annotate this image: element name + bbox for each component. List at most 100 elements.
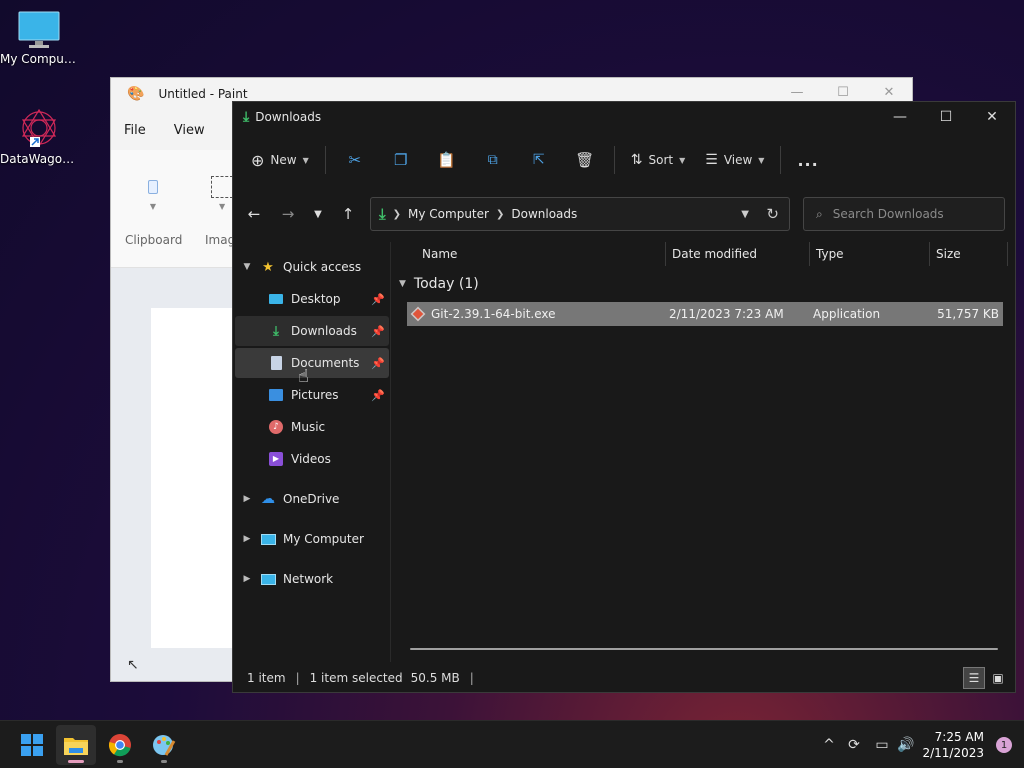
document-icon (267, 355, 285, 371)
network-status-icon[interactable]: ▭ (870, 721, 894, 768)
status-bar: 1 item | 1 item selected 50.5 MB | ☰ ▣ (233, 664, 1015, 692)
notification-badge[interactable]: 1 (996, 737, 1012, 753)
taskbar-paint[interactable] (144, 725, 184, 765)
hand-cursor-icon: ☝ (298, 366, 309, 387)
menu-file[interactable]: File (124, 123, 146, 138)
group-header-today[interactable]: ▼ Today (1) (399, 276, 479, 292)
show-hidden-icons-button[interactable]: ^ (818, 721, 840, 768)
share-button[interactable]: ⇱ (516, 144, 562, 176)
refresh-button[interactable]: ↻ (766, 198, 779, 230)
horizontal-scrollbar[interactable] (410, 648, 998, 650)
music-icon: ♪ (267, 419, 285, 435)
chevron-down-icon: ▼ (243, 262, 251, 272)
volume-icon[interactable]: 🔊 (894, 721, 918, 768)
nav-network[interactable]: ▶ Network (235, 564, 389, 594)
sync-icon[interactable]: ⟳ (842, 721, 866, 768)
nav-label: My Computer (283, 532, 364, 546)
system-clock[interactable]: 7:25 AM 2/11/2023 (922, 729, 984, 761)
clipboard-group[interactable]: ▼ Clipboard (125, 180, 183, 247)
selection-size: 50.5 MB (410, 671, 460, 685)
pin-icon[interactable]: 📌 (371, 325, 385, 338)
new-label: New (270, 153, 297, 167)
rename-button[interactable]: ⧉ (470, 144, 516, 176)
select-icon (211, 176, 233, 198)
chevron-right-icon: ▶ (243, 494, 251, 504)
column-header-size[interactable]: Size (929, 242, 1007, 266)
taskbar-chrome[interactable] (100, 725, 140, 765)
copy-button[interactable]: ❐ (378, 144, 424, 176)
monitor-icon (18, 11, 60, 48)
file-size: 51,757 KB (937, 307, 999, 321)
cut-button[interactable]: ✂ (332, 144, 378, 176)
desktop-icon-datawagon[interactable]: DataWagon... (0, 106, 78, 166)
paste-button[interactable]: 📋 (424, 144, 470, 176)
nav-downloads[interactable]: ⤓ Downloads 📌 (235, 316, 389, 346)
command-bar: ⊕ New ▼ ✂ ❐ 📋 ⧉ ⇱ 🗑 ⇅ Sort ▼ ☰ View ▼ ..… (241, 138, 1007, 182)
chrome-icon (108, 734, 131, 757)
breadcrumb-downloads[interactable]: Downloads (511, 207, 577, 221)
column-label: Type (816, 247, 844, 261)
nav-desktop[interactable]: Desktop 📌 (235, 284, 389, 314)
maximize-button[interactable]: ☐ (923, 102, 969, 132)
back-button[interactable]: ← (239, 197, 269, 231)
nav-pictures[interactable]: Pictures 📌 (235, 380, 389, 410)
clipboard-label: Clipboard (125, 233, 183, 247)
minimize-button[interactable]: — (877, 102, 923, 132)
view-button[interactable]: ☰ View ▼ (695, 144, 774, 176)
more-options-button[interactable]: ... (787, 144, 828, 176)
download-icon: ⤓ (273, 323, 279, 339)
close-button[interactable]: ✕ (969, 102, 1015, 132)
nav-videos[interactable]: ▶ Videos (235, 444, 389, 474)
search-icon: ⌕ (816, 206, 823, 221)
nav-label: Pictures (291, 388, 339, 402)
datawagon-logo-icon (21, 108, 57, 148)
up-button[interactable]: ↑ (333, 197, 363, 231)
pin-icon[interactable]: 📌 (371, 293, 385, 306)
folder-icon (64, 738, 88, 755)
sort-button[interactable]: ⇅ Sort ▼ (621, 144, 696, 176)
search-input[interactable]: ⌕ Search Downloads (803, 197, 1005, 231)
navigation-row: ← → ▼ ↑ ⤓ ❯ My Computer ❯ Downloads ▼ ↻ … (233, 197, 1015, 231)
pin-icon[interactable]: 📌 (371, 389, 385, 402)
column-header-name[interactable]: Name (415, 242, 665, 266)
recent-locations-button[interactable]: ▼ (303, 197, 333, 231)
download-icon: ⤓ (379, 205, 386, 223)
trash-icon: 🗑 (575, 151, 595, 169)
clipboard-icon (148, 180, 158, 194)
menu-view[interactable]: View (174, 123, 205, 138)
nav-label: Desktop (291, 292, 341, 306)
column-header-date[interactable]: Date modified (665, 242, 809, 266)
taskbar-file-explorer[interactable] (56, 725, 96, 765)
nav-onedrive[interactable]: ▶ ☁ OneDrive (235, 484, 389, 514)
pin-icon[interactable]: 📌 (371, 357, 385, 370)
explorer-window[interactable]: ⤓ Downloads — ☐ ✕ ⊕ New ▼ ✂ ❐ 📋 ⧉ ⇱ 🗑 ⇅ … (232, 101, 1016, 693)
forward-button[interactable]: → (273, 197, 303, 231)
nav-quick-access[interactable]: ▼ ★ Quick access (235, 252, 389, 282)
paint-title: Untitled - Paint (158, 87, 248, 101)
details-view-icon[interactable]: ☰ (963, 667, 985, 689)
start-button[interactable] (12, 725, 52, 765)
table-row[interactable]: Git-2.39.1-64-bit.exe 2/11/2023 7:23 AM … (407, 302, 1003, 326)
navigation-pane: ▼ ★ Quick access Desktop 📌 ⤓ Downloads 📌… (233, 242, 391, 662)
installer-file-icon (410, 306, 426, 322)
address-dropdown-button[interactable]: ▼ (741, 198, 749, 230)
paint-app-icon: 🎨 (127, 86, 145, 102)
download-icon: ⤓ (243, 109, 250, 125)
chevron-right-icon: ❯ (495, 208, 505, 220)
nav-music[interactable]: ♪ Music (235, 412, 389, 442)
breadcrumb-my-computer[interactable]: My Computer (408, 207, 489, 221)
cloud-icon: ☁ (261, 491, 275, 507)
nav-documents[interactable]: Documents 📌 (235, 348, 389, 378)
star-icon: ★ (262, 259, 274, 275)
windows-logo-icon (21, 734, 43, 756)
item-count: 1 item (247, 671, 286, 685)
nav-my-computer[interactable]: ▶ My Computer (235, 524, 389, 554)
selection-count: 1 item selected (309, 671, 403, 685)
address-bar[interactable]: ⤓ ❯ My Computer ❯ Downloads ▼ ↻ (370, 197, 790, 231)
column-label: Name (422, 247, 458, 261)
delete-button[interactable]: 🗑 (562, 144, 608, 176)
desktop-icon-my-computer[interactable]: My Computer (0, 10, 78, 66)
column-header-type[interactable]: Type (809, 242, 929, 266)
tiles-view-icon[interactable]: ▣ (987, 667, 1009, 689)
new-button[interactable]: ⊕ New ▼ (241, 144, 319, 176)
